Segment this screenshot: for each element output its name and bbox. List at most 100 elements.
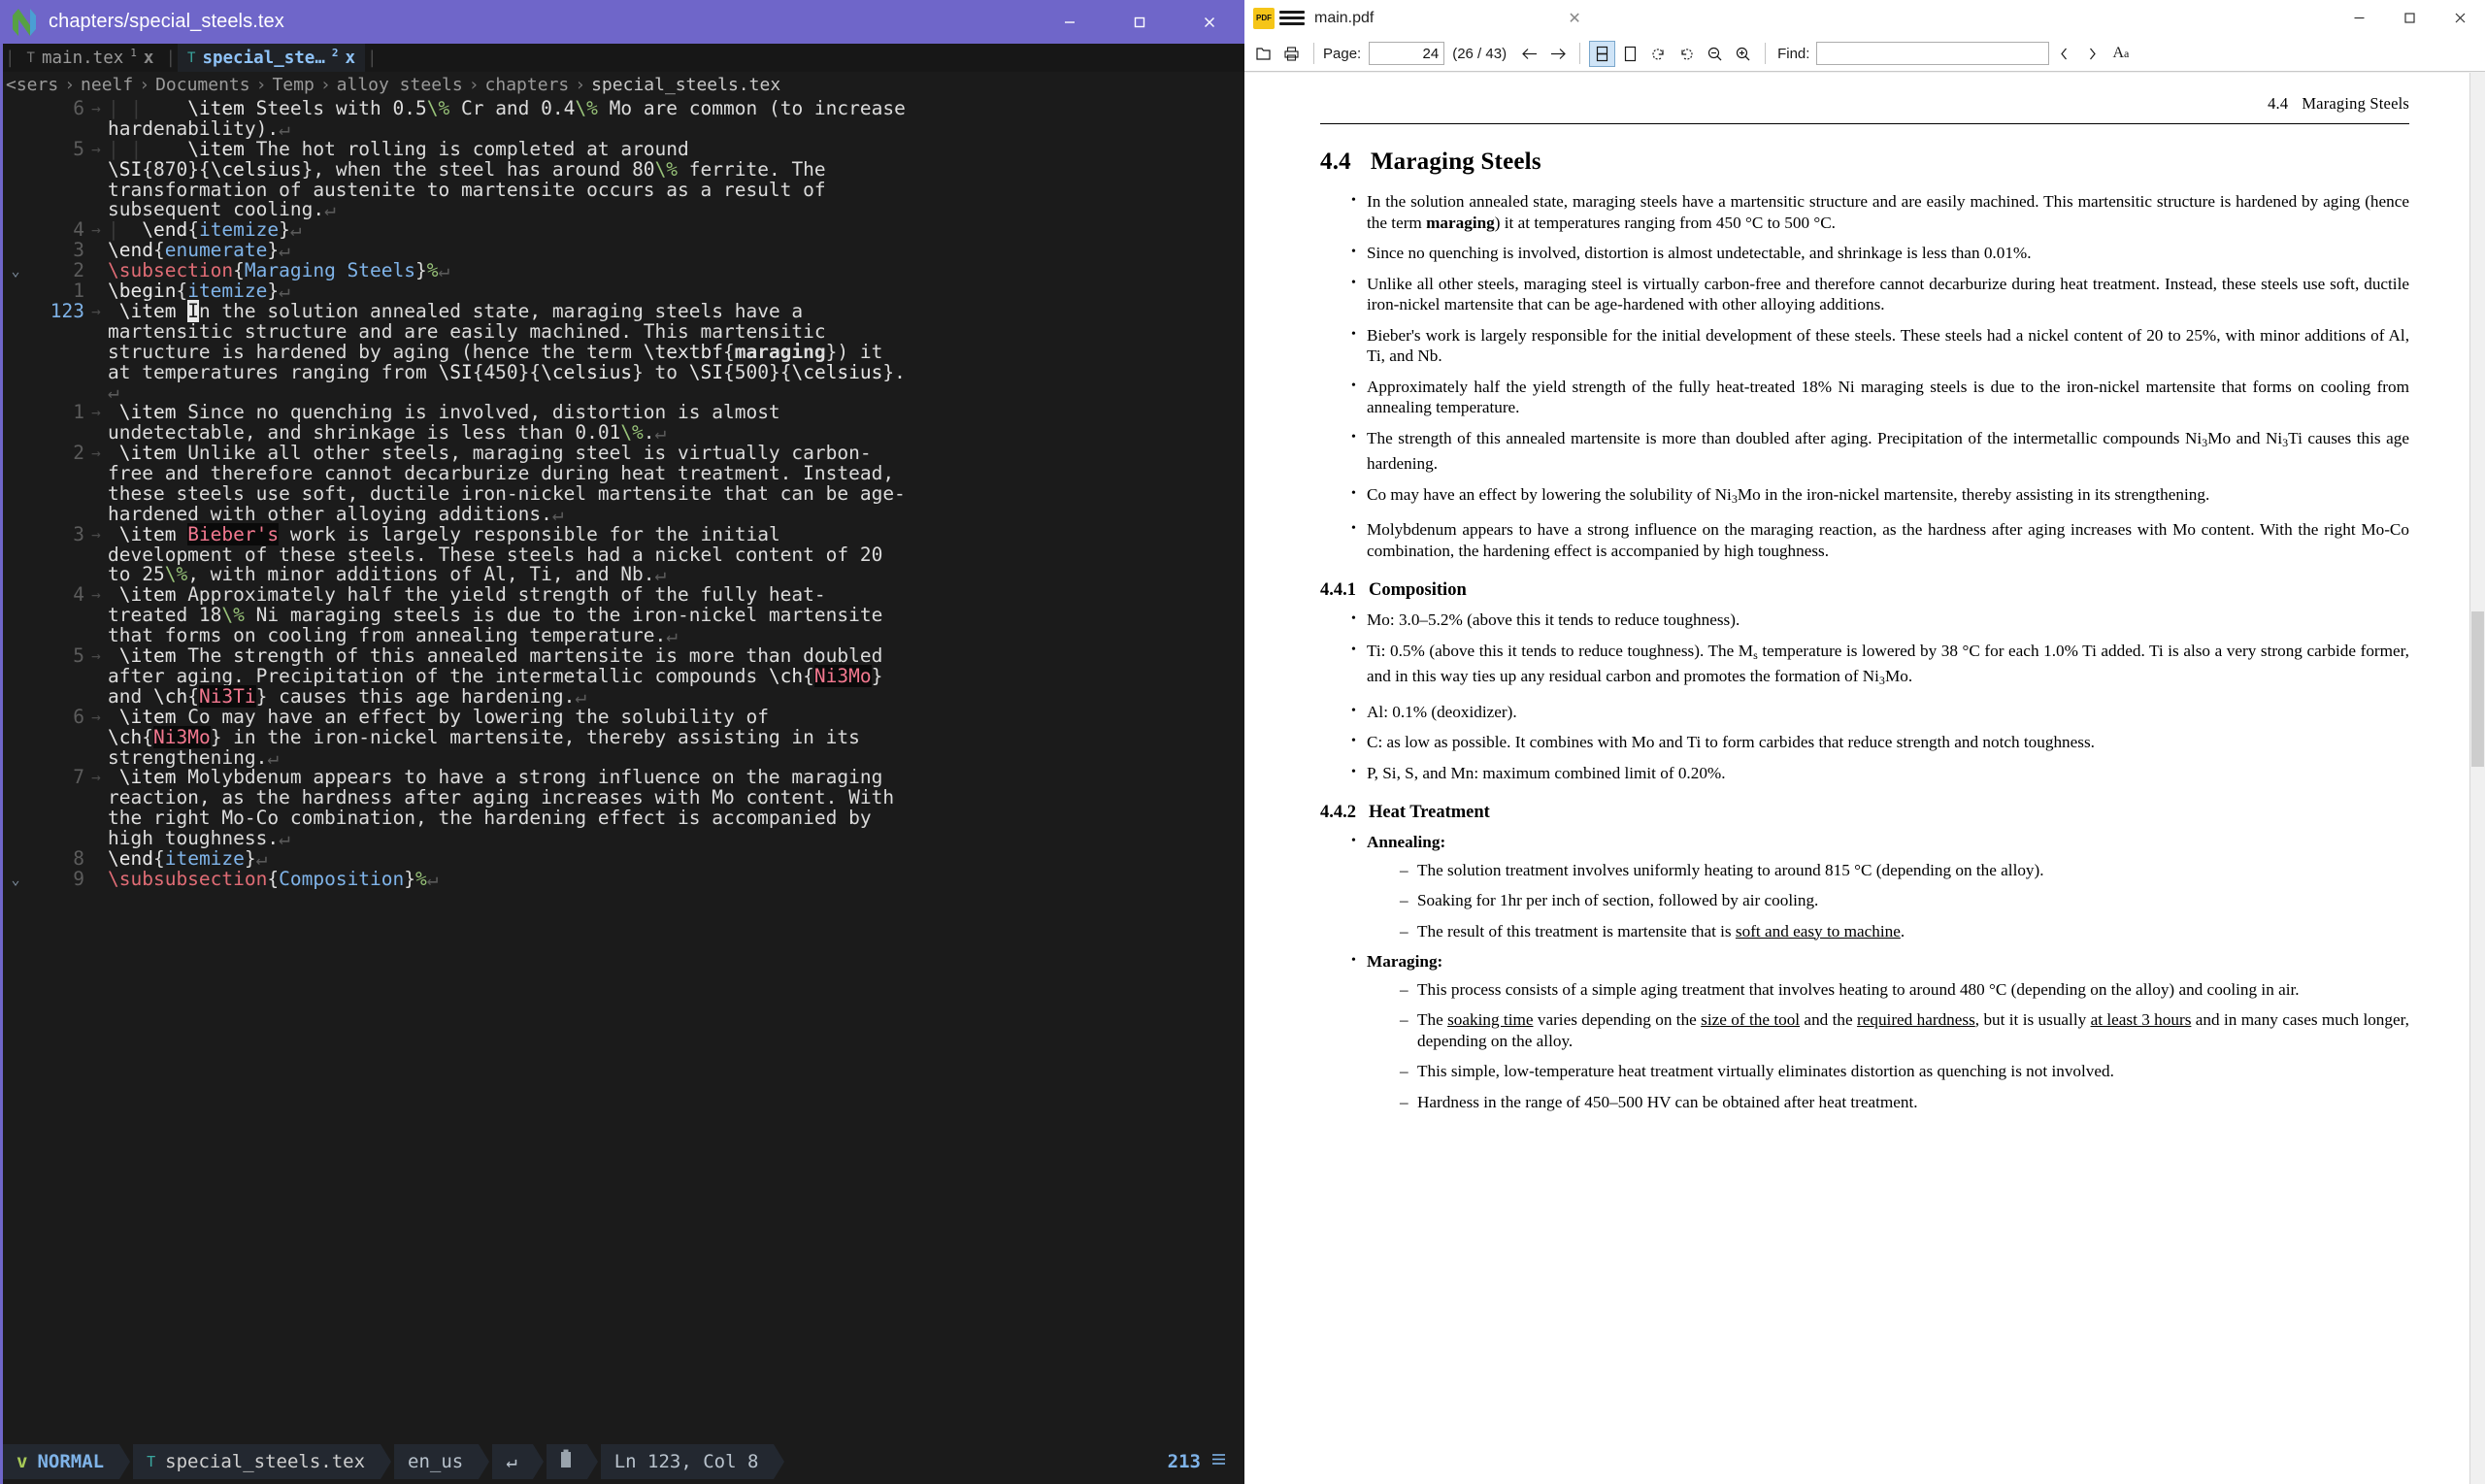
line-content: the right Mo-Co combination, the hardeni… — [108, 808, 872, 829]
pdf-tab-close-icon[interactable]: ✕ — [1568, 9, 1580, 28]
tex-file-icon: T — [27, 50, 35, 66]
breadcrumb-item[interactable]: Documents — [155, 75, 250, 95]
fit-page-icon[interactable] — [1617, 41, 1643, 67]
chevron-right-icon[interactable] — [2079, 41, 2105, 67]
tab-label: main.tex — [42, 49, 123, 68]
pdf-scrollbar[interactable] — [2469, 73, 2485, 1484]
pdf-viewer-window: PDF main.pdf ✕ — [1244, 0, 2485, 1484]
breadcrumb-item[interactable]: Temp — [272, 75, 314, 95]
list-item: Since no quenching is involved, distorti… — [1351, 243, 2409, 264]
zoom-in-icon[interactable] — [1730, 41, 1756, 67]
editor-line: 8\end{itemize}↵ — [3, 849, 1244, 870]
list-item: Soaking for 1hr per inch of section, fol… — [1400, 890, 2409, 911]
status-filename-label: special_steels.tex — [165, 1451, 365, 1472]
editor-line: structure is hardened by aging (hence th… — [3, 343, 1244, 363]
line-content: structure is hardened by aging (hence th… — [108, 343, 882, 363]
list-item: Bieber's work is largely responsible for… — [1351, 325, 2409, 367]
arrow-left-icon[interactable] — [1516, 41, 1542, 67]
rotate-left-icon[interactable] — [1645, 41, 1672, 67]
pdf-header-rule — [1320, 123, 2409, 124]
match-case-icon[interactable]: Aa — [2107, 41, 2134, 67]
zoom-out-icon[interactable] — [1702, 41, 1728, 67]
pdf-document-tab[interactable]: main.pdf ✕ — [1314, 9, 1581, 28]
editor-maximize-button[interactable] — [1105, 0, 1175, 44]
pdf-minimize-button[interactable] — [2334, 0, 2384, 36]
editor-line: to 25\%, with minor additions of Al, Ti,… — [3, 565, 1244, 585]
editor-line: free and therefore cannot decarburize du… — [3, 464, 1244, 484]
list-item: Maraging: This process consists of a sim… — [1351, 951, 2409, 1112]
pdf-close-button[interactable] — [2435, 0, 2485, 36]
line-content: \SI{870}{\celsius}, when the steel has a… — [108, 160, 826, 181]
status-right-group: 213 — [1168, 1451, 1244, 1472]
indent-arrow-icon: → — [84, 768, 108, 788]
status-total-lines: 213 — [1168, 1451, 1201, 1472]
breadcrumb-separator: › — [58, 75, 81, 95]
fold-chevron-down-icon[interactable]: ⌄ — [3, 870, 28, 890]
list-item: Ti: 0.5% (above this it tends to reduce … — [1351, 641, 2409, 692]
line-number: 1 — [28, 403, 84, 423]
fit-width-icon[interactable] — [1589, 41, 1615, 67]
tab-special-steels-tex[interactable]: T special_ste… 2 x — [178, 44, 365, 72]
editor-line: undetectable, and shrinkage is less than… — [3, 423, 1244, 444]
tab-close-icon[interactable]: x — [144, 49, 154, 68]
neovim-logo-icon — [10, 8, 39, 37]
line-number: 9 — [28, 870, 84, 890]
breadcrumb-item[interactable]: special_steels.tex — [591, 75, 780, 95]
editor-line: 1\begin{itemize}↵ — [3, 281, 1244, 302]
pdf-scrollbar-thumb[interactable] — [2471, 611, 2484, 767]
breadcrumb-item[interactable]: alloy steels — [337, 75, 463, 95]
line-content: \begin{itemize}↵ — [108, 281, 290, 302]
line-ending-icon: ↵ — [506, 1451, 516, 1472]
pdf-page: 4.4Maraging Steels 4.4Maraging Steels In… — [1244, 73, 2469, 1484]
open-file-icon[interactable] — [1250, 41, 1276, 67]
subsection-number: 4.4.2 — [1320, 803, 1356, 822]
editor-minimize-button[interactable] — [1035, 0, 1105, 44]
breadcrumb-separator: › — [463, 75, 485, 95]
list-item: Molybdenum appears to have a strong infl… — [1351, 519, 2409, 561]
editor-line: development of these steels. These steel… — [3, 545, 1244, 566]
editor-close-button[interactable] — [1175, 0, 1244, 44]
breadcrumb-item[interactable]: <sers — [6, 75, 58, 95]
editor-titlebar: chapters/special_steels.tex — [0, 0, 1244, 44]
line-content: \end{itemize}↵ — [108, 849, 267, 870]
line-number: 5 — [28, 646, 84, 667]
line-content: at temperatures ranging from \SI{450}{\c… — [108, 363, 906, 383]
subsection-number: 4.4.1 — [1320, 580, 1356, 600]
pdf-viewport[interactable]: 4.4Maraging Steels 4.4Maraging Steels In… — [1244, 73, 2485, 1484]
breadcrumb-separator: › — [250, 75, 273, 95]
fold-chevron-down-icon[interactable]: ⌄ — [3, 261, 28, 281]
list-item: The solution treatment involves uniforml… — [1400, 860, 2409, 881]
line-content: \item The hot rolling is completed at ar… — [142, 140, 689, 160]
tab-main-tex[interactable]: T main.tex 1 x — [17, 44, 164, 72]
rotate-right-icon[interactable] — [1673, 41, 1700, 67]
line-content: \subsubsection{Composition}%↵ — [108, 870, 439, 890]
line-content: reaction, as the hardness after aging in… — [108, 788, 894, 808]
pdf-maraging-list: This process consists of a simple aging … — [1400, 979, 2409, 1113]
page-input[interactable] — [1369, 42, 1444, 65]
breadcrumb-item[interactable]: chapters — [485, 75, 570, 95]
hamburger-menu-icon[interactable] — [1279, 8, 1305, 29]
pdf-section-heading: 4.4Maraging Steels — [1320, 148, 2409, 176]
line-content: transformation of austenite to martensit… — [108, 181, 826, 201]
find-input[interactable] — [1816, 42, 2049, 65]
line-number: 5 — [28, 140, 84, 160]
list-item: Al: 0.1% (deoxidizer). — [1351, 702, 2409, 723]
chevron-left-icon[interactable] — [2051, 41, 2077, 67]
editor-text-area[interactable]: 6→| | \item Steels with 0.5\% Cr and 0.4… — [0, 97, 1244, 1438]
line-content: high toughness.↵ — [108, 829, 290, 849]
arrow-right-icon[interactable] — [1544, 41, 1571, 67]
pdf-maximize-button[interactable] — [2384, 0, 2435, 36]
list-item: Unlike all other steels, maraging steel … — [1351, 274, 2409, 315]
breadcrumb-item[interactable]: neelf — [81, 75, 133, 95]
vim-mode-icon: v — [17, 1451, 27, 1472]
tab-close-icon[interactable]: x — [346, 49, 356, 68]
line-content: \item Since no quenching is involved, di… — [108, 403, 780, 423]
toolbar-divider — [1765, 43, 1766, 64]
editor-line: 6→| | \item Steels with 0.5\% Cr and 0.4… — [3, 99, 1244, 119]
editor-line: 123→ \item In the solution annealed stat… — [3, 302, 1244, 322]
print-icon[interactable] — [1278, 41, 1305, 67]
editor-line: 4→| \end{itemize}↵ — [3, 220, 1244, 241]
tex-file-icon: T — [187, 50, 195, 66]
editor-tabline: | T main.tex 1 x | T special_ste… 2 x | — [0, 44, 1244, 72]
battery-icon — [560, 1449, 572, 1473]
